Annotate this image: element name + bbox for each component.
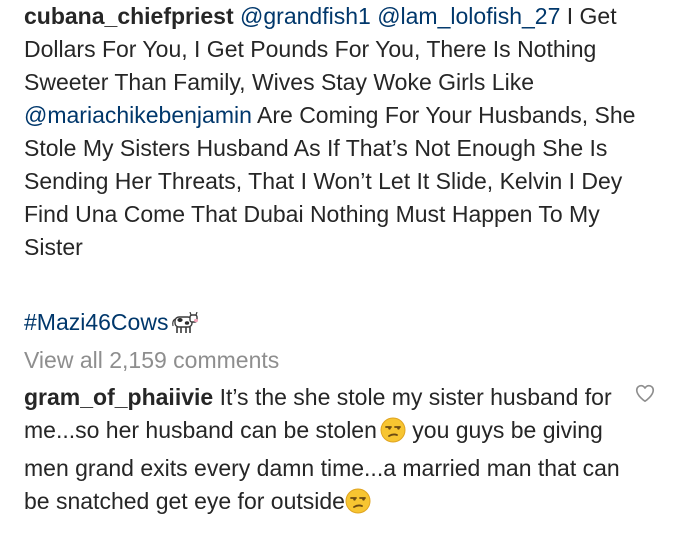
mention-link[interactable]: @lam_lolofish_27 bbox=[377, 3, 560, 29]
comment-item: gram_of_phaiivie It’s the she stole my s… bbox=[24, 381, 624, 523]
view-all-comments-link[interactable]: View all 2,159 comments bbox=[24, 344, 279, 377]
cow-icon bbox=[169, 310, 199, 343]
unamused-face-icon bbox=[380, 417, 406, 452]
hashtag-link[interactable]: #Mazi46Cows bbox=[24, 309, 168, 335]
mention-link[interactable]: @mariachikebenjamin bbox=[24, 102, 252, 128]
post-caption: cubana_chiefpriest @grandfish1 @lam_lolo… bbox=[24, 0, 664, 264]
heart-outline-icon[interactable] bbox=[634, 382, 656, 404]
hashtag-line: #Mazi46Cows bbox=[24, 306, 199, 343]
mention-link[interactable]: @grandfish1 bbox=[240, 3, 371, 29]
unamused-face-icon bbox=[345, 488, 371, 523]
post-author-username[interactable]: cubana_chiefpriest bbox=[24, 3, 234, 29]
comment-author-username[interactable]: gram_of_phaiivie bbox=[24, 384, 213, 410]
